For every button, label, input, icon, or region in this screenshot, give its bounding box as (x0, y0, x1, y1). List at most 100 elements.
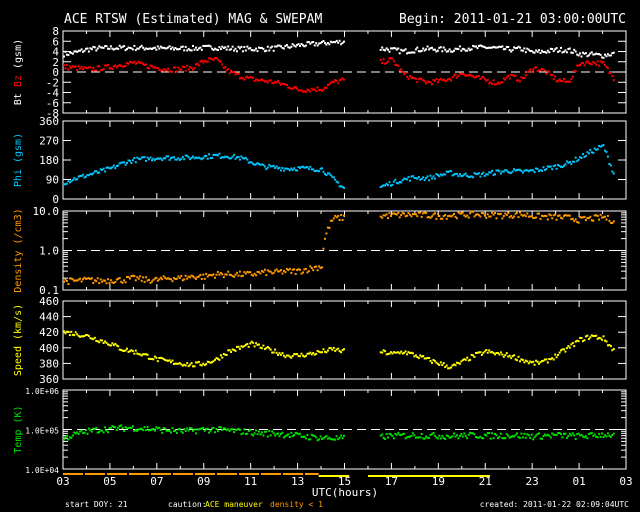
data-point-bt (155, 48, 158, 51)
data-point-density (561, 217, 564, 220)
data-point-bz (387, 60, 389, 63)
data-point-density (328, 226, 331, 229)
data-point-speed (532, 360, 535, 363)
data-point-temp (114, 426, 117, 429)
data-point-bt (102, 46, 105, 49)
y-tick-label: 1.0E+04 (25, 466, 59, 475)
data-point-bz (612, 79, 615, 82)
data-point-bt (231, 45, 234, 48)
data-point-phi (129, 159, 131, 162)
y-tick-label: 440 (39, 311, 59, 324)
data-point-phi (612, 172, 615, 175)
data-point-bz (501, 81, 504, 84)
data-point-bt (511, 49, 514, 52)
data-point-density (517, 216, 520, 219)
data-point-temp (231, 428, 234, 431)
data-point-density (495, 217, 498, 220)
data-point-density (234, 273, 237, 276)
data-point-speed (485, 349, 488, 351)
data-point-speed (442, 362, 445, 365)
y-axis-label-part: (km/s) (13, 304, 24, 346)
data-point-phi (231, 155, 234, 158)
data-point-bt (460, 49, 463, 52)
data-point-speed (513, 354, 516, 357)
data-point-bt (63, 55, 65, 58)
data-point-bz (322, 88, 325, 91)
data-point-bt (579, 52, 582, 55)
data-point-density (395, 213, 398, 216)
data-point-temp (102, 431, 105, 434)
data-point-density (170, 278, 172, 281)
data-point-density (304, 267, 307, 270)
data-point-bt (439, 46, 442, 49)
data-point-speed (505, 352, 508, 355)
data-point-phi (573, 160, 576, 163)
data-point-temp (86, 432, 89, 435)
data-point-density (467, 216, 470, 219)
data-point-density (398, 216, 401, 219)
data-point-phi (98, 171, 101, 174)
data-point-bz (570, 78, 573, 81)
data-point-bt (571, 51, 574, 54)
data-point-temp (464, 434, 467, 437)
data-point-phi (423, 179, 426, 182)
data-point-temp (453, 432, 455, 435)
data-point-temp (410, 434, 413, 437)
data-point-density (441, 217, 444, 220)
data-point-speed (568, 346, 571, 349)
data-point-temp (491, 432, 494, 435)
data-point-bt (551, 48, 554, 50)
data-point-phi (65, 182, 68, 185)
y-axis-label-part: Temp (13, 430, 24, 454)
data-point-bt (312, 41, 315, 43)
y-axis-label: Phi (gsm) (13, 133, 24, 187)
data-point-phi (71, 179, 74, 182)
panel-4: 1.0E+06 1.0E+05 1.0E+04 Temp (K) (13, 387, 627, 475)
data-point-bt (256, 50, 259, 53)
data-point-bt (109, 45, 112, 48)
data-point-phi (263, 165, 266, 168)
data-point-bt (246, 45, 249, 48)
data-point-phi (438, 175, 441, 178)
data-point-speed (546, 361, 549, 364)
data-point-speed (331, 348, 334, 351)
data-point-density (516, 211, 518, 214)
data-point-bz (80, 66, 83, 69)
data-point-temp (419, 436, 422, 439)
data-point-speed (168, 359, 171, 362)
data-point-density (137, 277, 140, 280)
data-point-density (414, 213, 417, 216)
data-point-density (134, 279, 137, 282)
data-point-speed (277, 354, 280, 356)
data-point-density (403, 212, 406, 215)
data-point-temp (259, 433, 262, 436)
x-tick-label: 09 (197, 475, 210, 488)
data-point-density (568, 214, 571, 217)
data-point-density (555, 218, 558, 221)
y-axis-label-part: Density (13, 251, 24, 293)
data-point-phi (521, 171, 524, 174)
data-point-bt (219, 48, 222, 51)
data-point-bt (425, 48, 428, 51)
x-tick-label: 01 (572, 475, 585, 488)
data-point-bz (206, 60, 209, 63)
data-point-density (233, 275, 236, 278)
data-point-bt (156, 45, 159, 48)
data-point-phi (205, 154, 208, 157)
data-point-temp (574, 437, 577, 440)
data-point-density (236, 271, 238, 274)
data-point-temp (256, 433, 259, 436)
data-point-density (491, 211, 494, 214)
data-point-bt (131, 48, 134, 51)
data-point-speed (563, 348, 565, 351)
data-point-density (589, 215, 592, 218)
data-point-density (489, 215, 492, 218)
data-point-phi (322, 170, 325, 173)
data-point-temp (495, 434, 498, 437)
data-point-density (203, 277, 206, 280)
data-point-speed (519, 360, 521, 363)
data-point-density (545, 215, 548, 218)
data-point-bz (381, 62, 384, 64)
data-point-temp (523, 432, 526, 435)
data-point-bt (90, 48, 93, 51)
